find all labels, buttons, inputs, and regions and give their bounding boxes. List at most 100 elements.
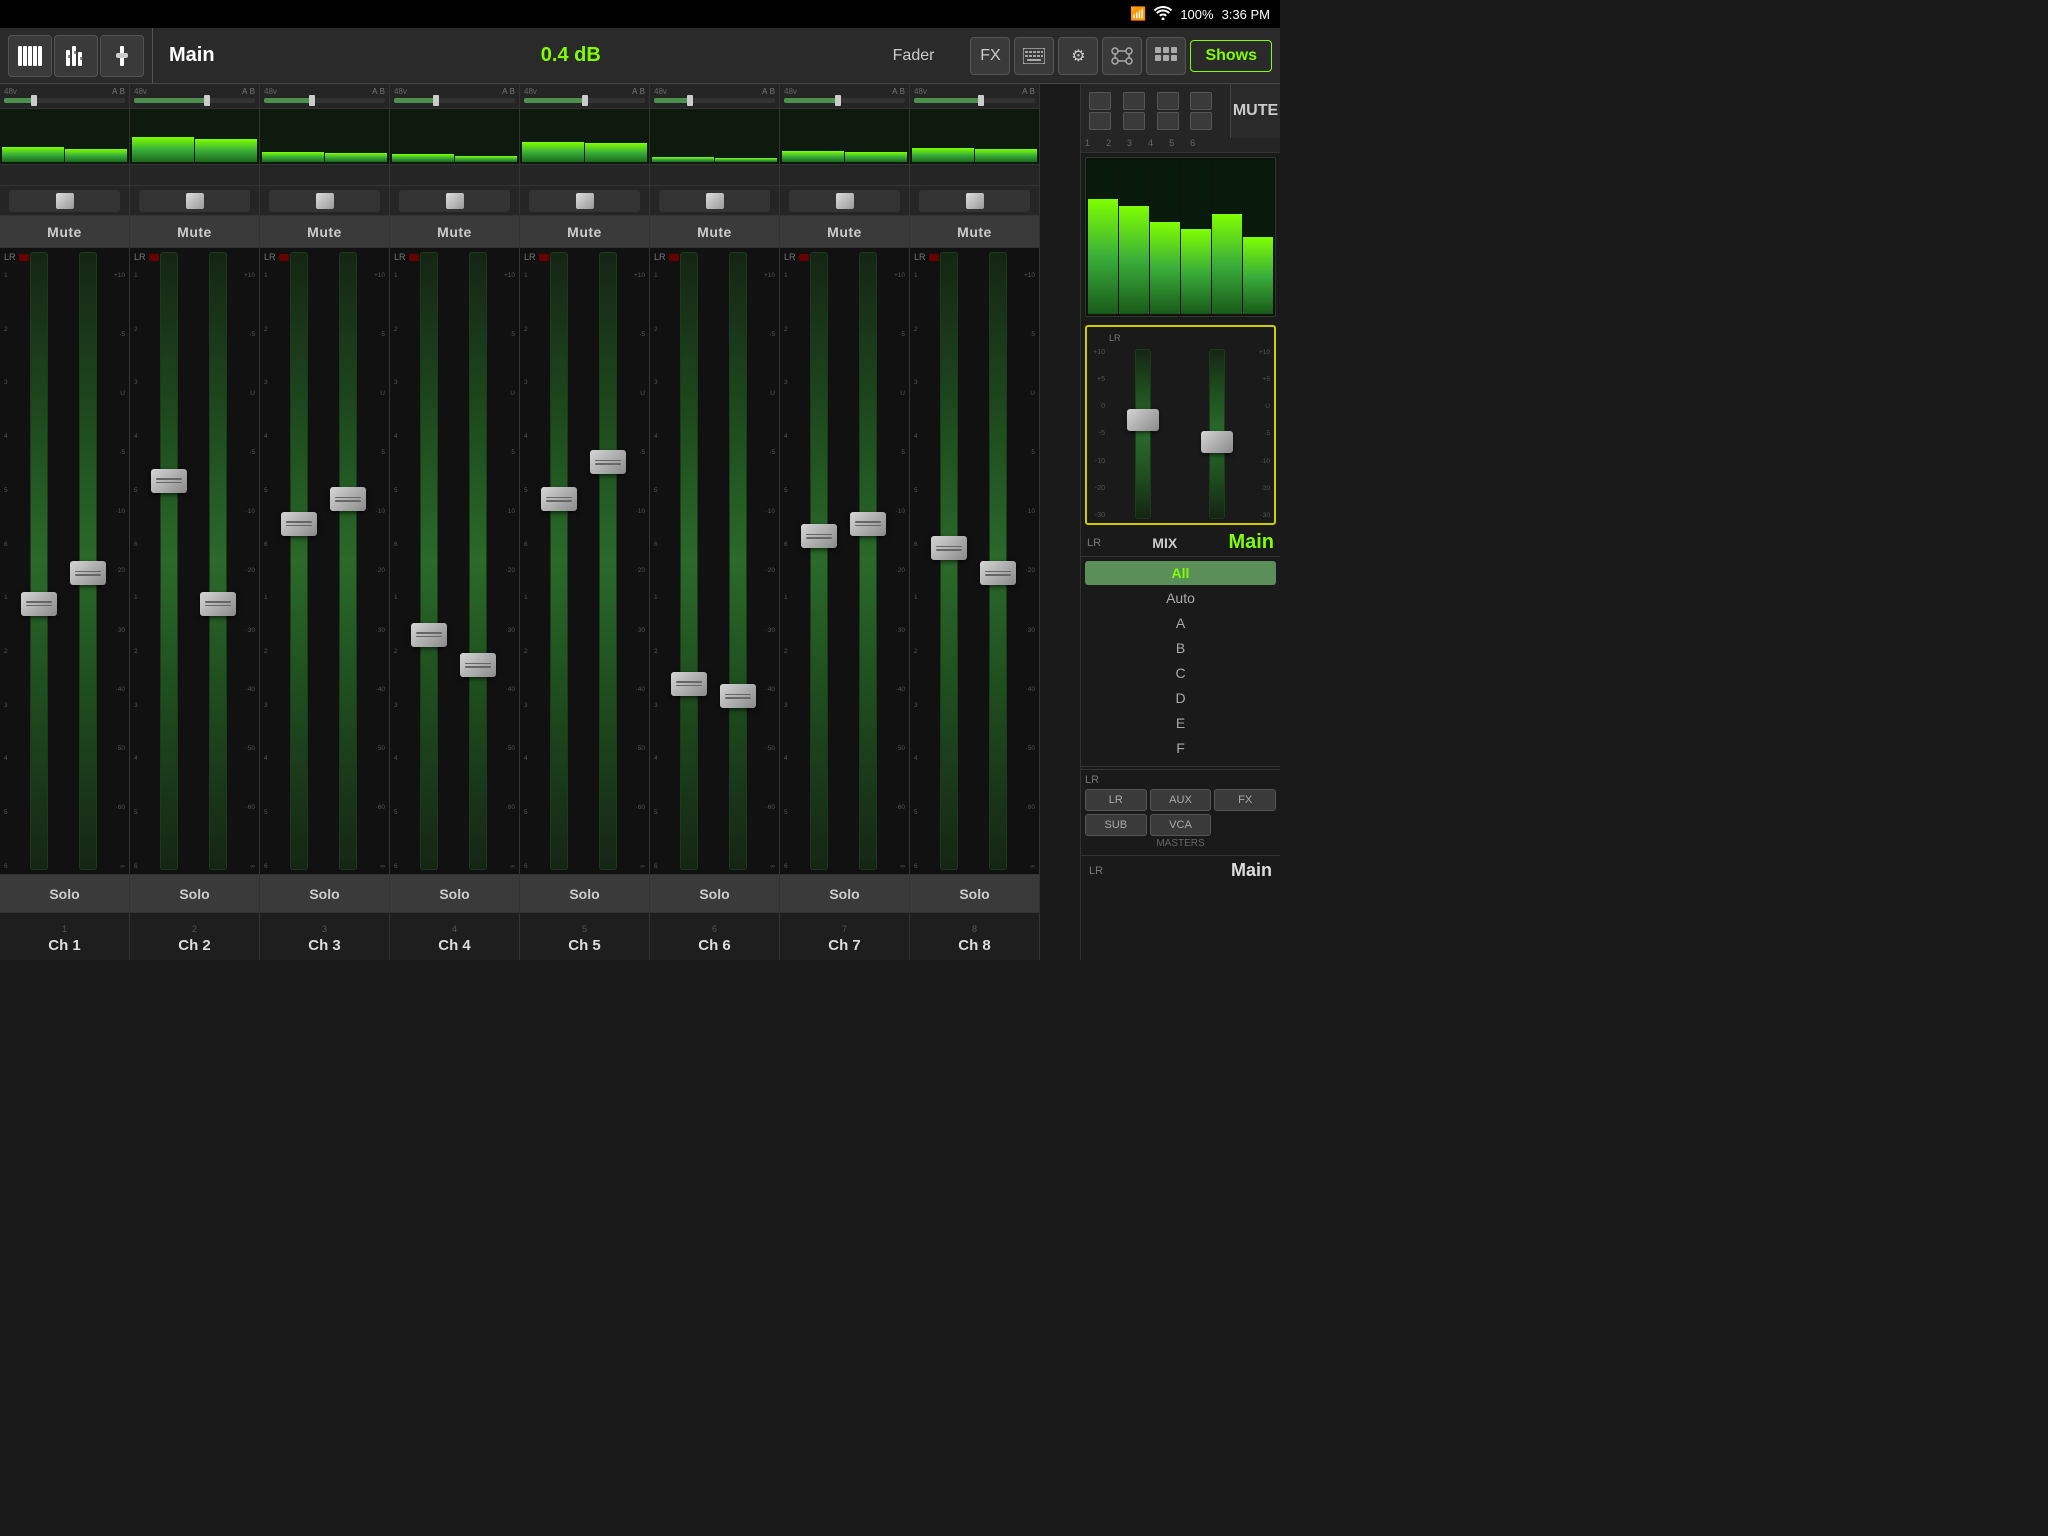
ch-name-area-3: 3 Ch 3 [260, 913, 389, 960]
ch-fader-knob1-4[interactable] [411, 623, 447, 647]
ch-solo-5[interactable]: Solo [520, 875, 649, 913]
ch-gain-bar-6[interactable] [654, 98, 775, 103]
ch-solo-1[interactable]: Solo [0, 875, 129, 913]
right-meter-bar-4 [1181, 160, 1211, 314]
ch-mute-3[interactable]: Mute [260, 216, 389, 248]
ch-fader-knob1-3[interactable] [281, 512, 317, 536]
ch-pan-control-1[interactable] [9, 190, 120, 212]
mix-b-option[interactable]: B [1085, 636, 1276, 660]
ch-mute-7[interactable]: Mute [780, 216, 909, 248]
ch-pan-control-7[interactable] [789, 190, 900, 212]
ch-mute-4[interactable]: Mute [390, 216, 519, 248]
ch-pan-control-6[interactable] [659, 190, 770, 212]
ch-mute-5[interactable]: Mute [520, 216, 649, 248]
ch-meter-1-4 [392, 111, 454, 162]
mute-grid-btn-8[interactable] [1190, 112, 1212, 130]
ch-solo-8[interactable]: Solo [910, 875, 1039, 913]
ch-fader-knob2-1[interactable] [70, 561, 106, 585]
ch-gain-bar-4[interactable] [394, 98, 515, 103]
right-fader-handle-2[interactable] [1201, 431, 1233, 453]
master-vca-btn[interactable]: VCA [1150, 814, 1212, 836]
ch-solo-3[interactable]: Solo [260, 875, 389, 913]
ch-gain-bar-8[interactable] [914, 98, 1035, 103]
ch-fader-vtrack2-6 [729, 252, 747, 870]
ch-fader-knob1-5[interactable] [541, 487, 577, 511]
ch-mute-8[interactable]: Mute [910, 216, 1039, 248]
ch-fader-vtrack1-3 [290, 252, 308, 870]
right-fader-handle-1[interactable] [1127, 409, 1159, 431]
mute-num-3: 3 [1127, 138, 1132, 148]
ch-fader-4: LR 123456 123456 [390, 248, 519, 875]
right-meter-bar-6 [1243, 160, 1273, 314]
right-main-label: Main [1228, 531, 1274, 554]
eq-view-button[interactable] [54, 35, 98, 77]
ch-lr-4: LR [394, 252, 406, 262]
fx-button[interactable]: FX [970, 37, 1010, 75]
mute-grid-btn-1[interactable] [1089, 92, 1111, 110]
ch-labels-left-4: 123456 123456 [394, 252, 406, 870]
shows-button[interactable]: Shows [1190, 40, 1272, 72]
ch-pan-control-4[interactable] [399, 190, 510, 212]
ch-pan-control-2[interactable] [139, 190, 250, 212]
mute-grid-btn-7[interactable] [1157, 112, 1179, 130]
master-aux-btn[interactable]: AUX [1150, 789, 1212, 811]
ch-pan-control-8[interactable] [919, 190, 1030, 212]
ch-fader-knob1-2[interactable] [151, 469, 187, 493]
ch-fader-group-4 [406, 252, 501, 870]
ch-num-2: 2 [192, 924, 197, 934]
keyboard-button[interactable] [1014, 37, 1054, 75]
ch-pan-control-3[interactable] [269, 190, 380, 212]
ch-mute-6[interactable]: Mute [650, 216, 779, 248]
ch-fader-knob1-6[interactable] [671, 672, 707, 696]
ch-solo-4[interactable]: Solo [390, 875, 519, 913]
ch-fader-knob1-8[interactable] [931, 536, 967, 560]
mute-grid-btn-4[interactable] [1190, 92, 1212, 110]
ch-solo-2[interactable]: Solo [130, 875, 259, 913]
ch-lr-2: LR [134, 252, 146, 262]
mix-all-option[interactable]: All [1085, 561, 1276, 585]
ch-fader-knob2-2[interactable] [200, 592, 236, 616]
ch-gain-bar-2[interactable] [134, 98, 255, 103]
ch-mute-2[interactable]: Mute [130, 216, 259, 248]
ch-fader-knob2-3[interactable] [330, 487, 366, 511]
mix-d-option[interactable]: D [1085, 686, 1276, 710]
mix-a-option[interactable]: A [1085, 611, 1276, 635]
layout-button[interactable] [1146, 37, 1186, 75]
ch-gain-bar-5[interactable] [524, 98, 645, 103]
ch-pan-5 [520, 186, 649, 216]
ch-fader-knob2-6[interactable] [720, 684, 756, 708]
ch-gain-bar-3[interactable] [264, 98, 385, 103]
ch-mute-1[interactable]: Mute [0, 216, 129, 248]
master-lr-btn[interactable]: LR [1085, 789, 1147, 811]
master-sub-btn[interactable]: SUB [1085, 814, 1147, 836]
ch-pan-control-5[interactable] [529, 190, 640, 212]
mix-auto-option[interactable]: Auto [1085, 586, 1276, 610]
mute-grid-btn-3[interactable] [1157, 92, 1179, 110]
ch-solo-7[interactable]: Solo [780, 875, 909, 913]
ch-fader-1: LR 123456 123456 [0, 248, 129, 875]
mute-grid-btn-5[interactable] [1089, 112, 1111, 130]
routing-button[interactable] [1102, 37, 1142, 75]
settings-button[interactable]: ⚙ [1058, 37, 1098, 75]
right-fader-track-2 [1209, 349, 1225, 519]
mute-grid-btn-2[interactable] [1123, 92, 1145, 110]
ch-gain-bar-1[interactable] [4, 98, 125, 103]
ch-fader-group-5 [536, 252, 631, 870]
ch-fader-knob2-4[interactable] [460, 653, 496, 677]
ch-fader-knob1-7[interactable] [801, 524, 837, 548]
mix-e-option[interactable]: E [1085, 711, 1276, 735]
mix-c-option[interactable]: C [1085, 661, 1276, 685]
ch-fader-vtrack1-6 [680, 252, 698, 870]
fader-view-button[interactable] [100, 35, 144, 77]
master-fx-btn[interactable]: FX [1214, 789, 1276, 811]
ch-fader-knob1-1[interactable] [21, 592, 57, 616]
ch-fader-knob2-5[interactable] [590, 450, 626, 474]
mix-f-option[interactable]: F [1085, 736, 1276, 760]
ch-fader-knob2-8[interactable] [980, 561, 1016, 585]
mixer-view-button[interactable] [8, 35, 52, 77]
ch-pan-8 [910, 186, 1039, 216]
mute-grid-btn-6[interactable] [1123, 112, 1145, 130]
ch-fader-knob2-7[interactable] [850, 512, 886, 536]
ch-solo-6[interactable]: Solo [650, 875, 779, 913]
ch-gain-bar-7[interactable] [784, 98, 905, 103]
